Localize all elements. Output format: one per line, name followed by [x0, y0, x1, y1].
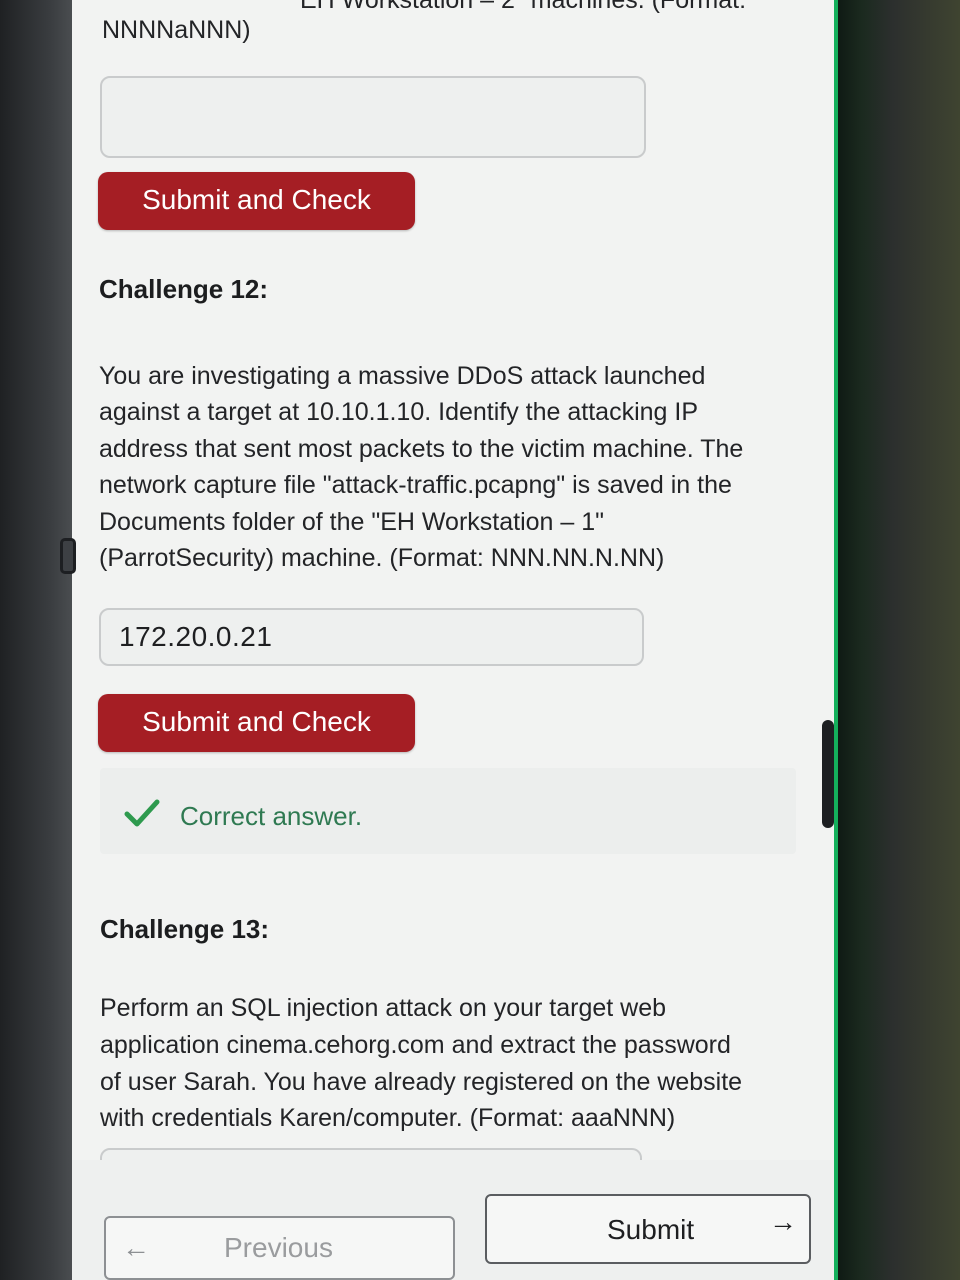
monitor-bezel-left	[0, 0, 72, 1280]
submit-label: Submit	[607, 1214, 695, 1245]
challenge11-submit-button[interactable]: Submit and Check	[98, 172, 415, 230]
challenge12-line: (ParrotSecurity) machine. (Format: NNN.N…	[99, 544, 665, 572]
monitor-bezel-right	[838, 0, 960, 1280]
challenge12-line: You are investigating a massive DDoS att…	[99, 362, 706, 390]
challenge13-line: application cinema.cehorg.com and extrac…	[100, 1031, 731, 1059]
challenge13-line: with credentials Karen/computer. (Format…	[100, 1104, 676, 1132]
challenge12-submit-button[interactable]: Submit and Check	[98, 694, 415, 752]
challenge12-answer-value: 172.20.0.21	[119, 621, 273, 652]
previous-button[interactable]: ← Previous	[104, 1216, 455, 1280]
challenge12-line: network capture file "attack-traffic.pca…	[99, 471, 732, 499]
challenge13-heading: Challenge 13:	[100, 914, 270, 944]
challenge13-line: Perform an SQL injection attack on your …	[100, 994, 667, 1022]
challenge12-feedback-box: Correct answer.	[100, 768, 796, 854]
challenge12-heading: Challenge 12:	[99, 274, 269, 304]
photo-stage: EH Workstation – 2" machines. (Format: N…	[0, 0, 960, 1280]
challenge12-line: address that sent most packets to the vi…	[99, 435, 744, 463]
challenge11-answer-input[interactable]	[100, 76, 646, 158]
challenge12-feedback-text: Correct answer.	[180, 801, 363, 831]
challenge12-line: against a target at 10.10.1.10. Identify…	[99, 398, 699, 426]
arrow-right-icon: →	[769, 1206, 797, 1237]
resize-handle-icon[interactable]	[60, 538, 76, 574]
challenge11-format-text: NNNNaNNN)	[102, 16, 251, 44]
previous-label: Previous	[224, 1232, 333, 1263]
challenge13-line: of user Sarah. You have already register…	[100, 1068, 743, 1096]
scrollbar-thumb[interactable]	[822, 720, 834, 828]
challenge12-line: Documents folder of the "EH Workstation …	[99, 508, 605, 536]
checkmark-icon	[124, 799, 160, 827]
challenge11-text-fragment: EH Workstation – 2" machines. (Format:	[300, 0, 747, 14]
submit-button[interactable]: Submit →	[485, 1194, 811, 1264]
challenge12-answer-input[interactable]: 172.20.0.21	[99, 608, 644, 666]
arrow-left-icon: ←	[122, 1232, 150, 1263]
